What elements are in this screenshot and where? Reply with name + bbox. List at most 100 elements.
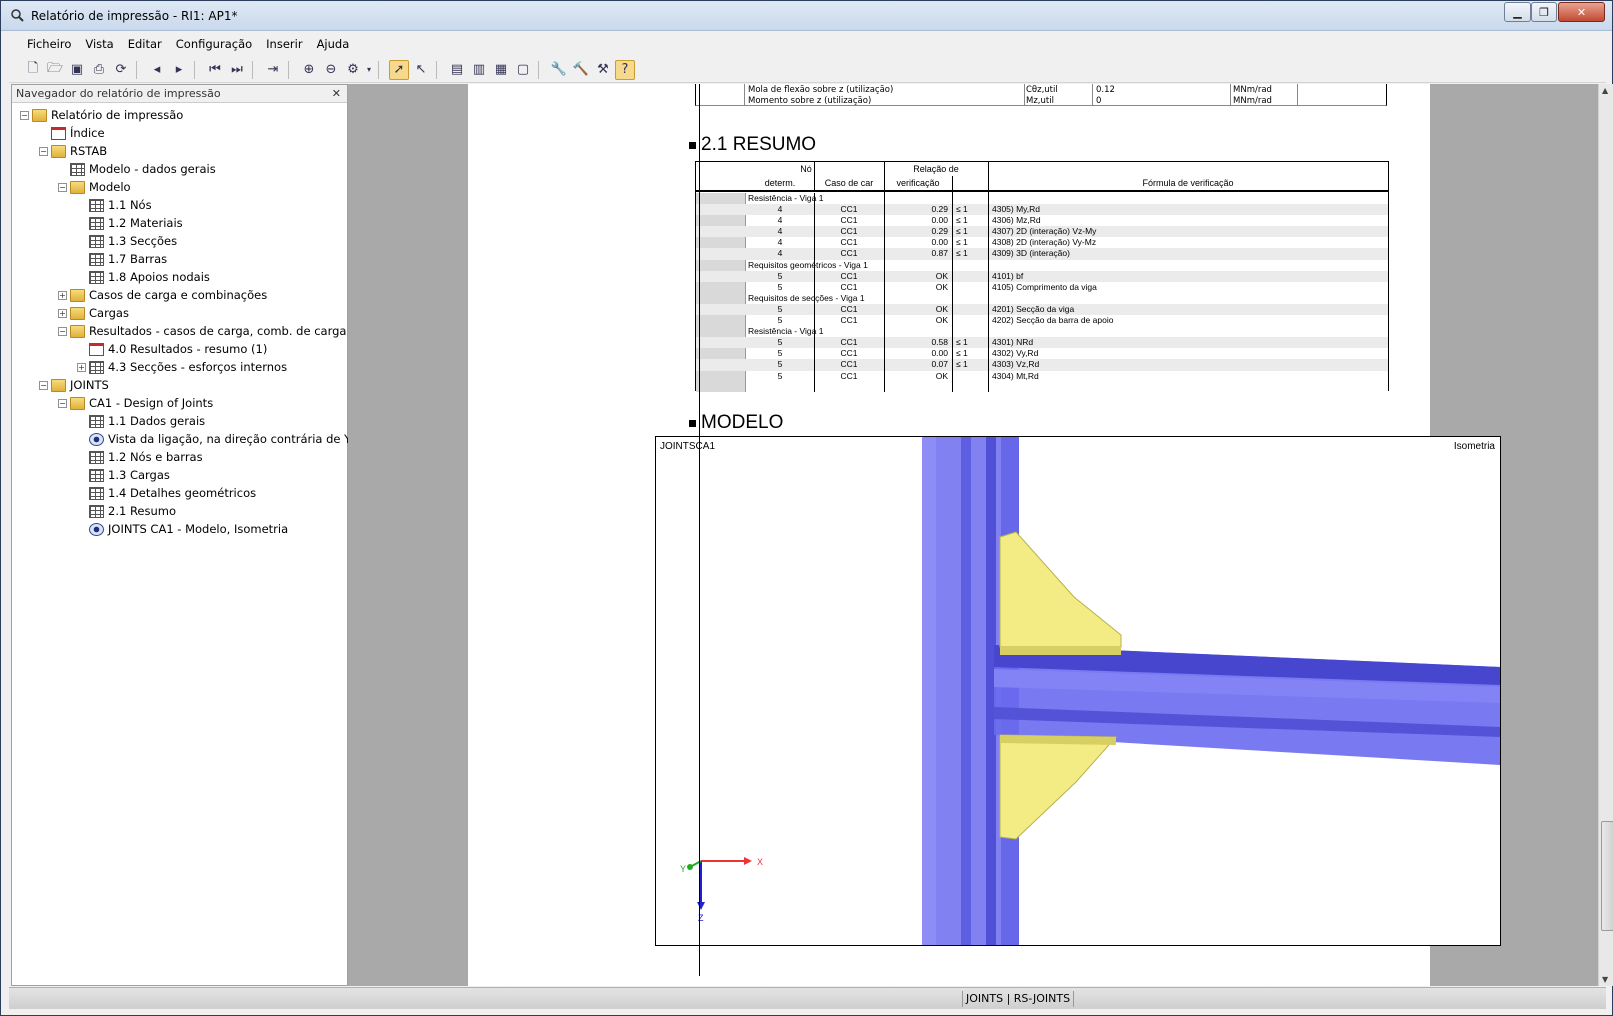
navigator-close-icon[interactable]: ✕ xyxy=(332,87,341,100)
last-page-icon[interactable]: ⏭ xyxy=(227,60,247,80)
scroll-up-icon[interactable]: ▲ xyxy=(1602,86,1608,95)
cell-formula: 4304) Mt,Rd xyxy=(992,370,1039,381)
print-icon[interactable]: ⎙ xyxy=(89,60,109,80)
close-window-button[interactable]: ✕ xyxy=(1558,2,1605,22)
menu-ajuda[interactable]: Ajuda xyxy=(317,37,350,51)
tree-item-label: Índice xyxy=(70,126,105,140)
tree-item[interactable]: − Resultados - casos de carga, comb. de c… xyxy=(12,322,347,340)
col-header-load-case: Caso de car xyxy=(824,178,874,188)
tree-item-label: Relatório de impressão xyxy=(51,108,184,122)
select-pointer-icon[interactable]: ➚ xyxy=(389,59,409,80)
tree-item[interactable]: 2.1 Resumo xyxy=(12,502,347,520)
expand-icon[interactable]: + xyxy=(58,290,67,300)
toolbar-separator xyxy=(136,60,144,79)
collapse-icon[interactable]: − xyxy=(39,146,48,156)
go-to-page-icon[interactable]: ⇥ xyxy=(263,60,283,80)
refresh-icon[interactable]: ⟳ xyxy=(111,60,131,80)
tree-item[interactable]: − RSTAB xyxy=(12,142,347,160)
menu-inserir[interactable]: Inserir xyxy=(266,37,302,51)
tree-item[interactable]: 4.0 Resultados - resumo (1) xyxy=(12,340,347,358)
cell-limit: ≤ 1 xyxy=(956,348,968,359)
tool-settings-icon[interactable]: 🔨 xyxy=(571,60,591,80)
tree-item[interactable]: JOINTS CA1 - Modelo, Isometria xyxy=(12,520,347,538)
cell-node: 4 xyxy=(777,215,783,226)
zoom-in-icon[interactable]: ⊕ xyxy=(299,60,319,80)
tree-item[interactable]: 1.1 Dados gerais xyxy=(12,412,347,430)
tree-item[interactable]: − JOINTS xyxy=(12,376,347,394)
blank-page-icon[interactable]: ▢ xyxy=(513,60,533,80)
tree-item[interactable]: − Modelo xyxy=(12,178,347,196)
menu-editar[interactable]: Editar xyxy=(128,37,162,51)
tree-item[interactable]: 1.1 Nós xyxy=(12,196,347,214)
cell-formula: 4306) Mz,Rd xyxy=(992,215,1041,226)
tree-item-label: 4.0 Resultados - resumo (1) xyxy=(108,342,268,356)
wrench-icon[interactable]: 🔧 xyxy=(549,60,569,80)
expand-icon[interactable]: + xyxy=(77,362,86,372)
col-header-ratio: Relação de xyxy=(913,164,959,174)
save-icon[interactable]: ▣ xyxy=(67,60,87,80)
tree-item[interactable]: 1.8 Apoios nodais xyxy=(12,268,347,286)
pointer-icon[interactable]: ↖ xyxy=(411,60,431,80)
collapse-icon[interactable]: − xyxy=(58,398,67,408)
menu-configuracao[interactable]: Configuração xyxy=(176,37,252,51)
next-page-icon[interactable]: ▸ xyxy=(169,60,189,80)
tree-item[interactable]: + Casos de carga e combinações xyxy=(12,286,347,304)
cell-limit: ≤ 1 xyxy=(956,359,968,370)
first-page-icon[interactable]: ⏮ xyxy=(205,60,225,80)
tree-item[interactable]: − Relatório de impressão xyxy=(12,106,347,124)
collapse-icon[interactable]: − xyxy=(58,182,67,192)
zoom-out-icon[interactable]: ⊖ xyxy=(321,60,341,80)
tree-item[interactable]: 1.2 Materiais xyxy=(12,214,347,232)
tree-item[interactable]: +4.3 Secções - esforços internos xyxy=(12,358,347,376)
page-header-icon[interactable]: ▦ xyxy=(491,60,511,80)
collapse-icon[interactable]: − xyxy=(20,110,29,120)
model-view[interactable]: JOINTSCA1 Isometria X Y Z xyxy=(655,436,1501,946)
vertical-scrollbar[interactable]: ▲ ▼ xyxy=(1598,84,1613,986)
tree-item[interactable]: + Cargas xyxy=(12,304,347,322)
column-divider xyxy=(744,84,745,106)
open-icon[interactable]: 🗁 xyxy=(45,60,65,80)
minimize-button[interactable]: ▁ xyxy=(1504,2,1531,22)
previous-page-icon[interactable]: ◂ xyxy=(147,60,167,80)
tree-item[interactable]: 1.7 Barras xyxy=(12,250,347,268)
dropdown-arrow-icon[interactable]: ▾ xyxy=(365,60,373,80)
tree-item[interactable]: Modelo - dados gerais xyxy=(12,160,347,178)
tree-item[interactable]: 1.3 Secções xyxy=(12,232,347,250)
scroll-thumb[interactable] xyxy=(1601,821,1613,931)
tree-item-label: 1.2 Materiais xyxy=(108,216,183,230)
page-text-icon[interactable]: ▥ xyxy=(469,60,489,80)
table-icon xyxy=(70,162,85,176)
tree-item[interactable]: 1.2 Nós e barras xyxy=(12,448,347,466)
tree-item[interactable]: 1.3 Cargas xyxy=(12,466,347,484)
page-icon[interactable]: ▤ xyxy=(447,60,467,80)
tree-item-label: 2.1 Resumo xyxy=(108,504,177,518)
expand-icon[interactable]: + xyxy=(58,308,67,318)
tree-item[interactable]: Vista da ligação, na direção contrária d… xyxy=(12,430,351,448)
tree-item[interactable]: Índice xyxy=(12,124,347,142)
cell-load-case: CC1 xyxy=(840,348,858,359)
scroll-down-icon[interactable]: ▼ xyxy=(1602,975,1608,984)
cell-load-case: CC1 xyxy=(840,303,858,314)
toolbar-separator xyxy=(194,60,202,79)
new-icon[interactable]: 🗋 xyxy=(23,60,43,80)
table-row: 4 CC1 0.00 ≤ 1 4306) Mz,Rd xyxy=(696,215,1388,226)
document-area[interactable]: Mola de flexão sobre z (utilização) Cθz,u… xyxy=(348,84,1601,986)
folder-icon xyxy=(32,108,47,122)
tree-item[interactable]: 1.4 Detalhes geométricos xyxy=(12,484,347,502)
collapse-icon[interactable]: − xyxy=(58,326,67,336)
tool-options-icon[interactable]: ⚒ xyxy=(593,60,613,80)
index-icon xyxy=(89,342,104,356)
table-row: 5 CC1 OK 4105) Comprimento da viga xyxy=(696,282,1388,293)
help-icon[interactable]: ? xyxy=(615,59,635,80)
navigator-tree: − Relatório de impressão Índice − RSTAB Model… xyxy=(12,103,351,538)
menu-vista[interactable]: Vista xyxy=(85,37,113,51)
collapse-icon[interactable]: − xyxy=(39,380,48,390)
cell-ratio: 0.00 xyxy=(931,237,948,248)
column-divider xyxy=(814,193,815,392)
tree-item[interactable]: − CA1 - Design of Joints xyxy=(12,394,347,412)
axis-triad-icon xyxy=(687,857,752,910)
settings-icon[interactable]: ⚙ xyxy=(343,60,363,80)
maximize-button[interactable]: ❐ xyxy=(1531,2,1557,22)
cell-node: 5 xyxy=(777,270,783,281)
menu-ficheiro[interactable]: Ficheiro xyxy=(27,37,71,51)
